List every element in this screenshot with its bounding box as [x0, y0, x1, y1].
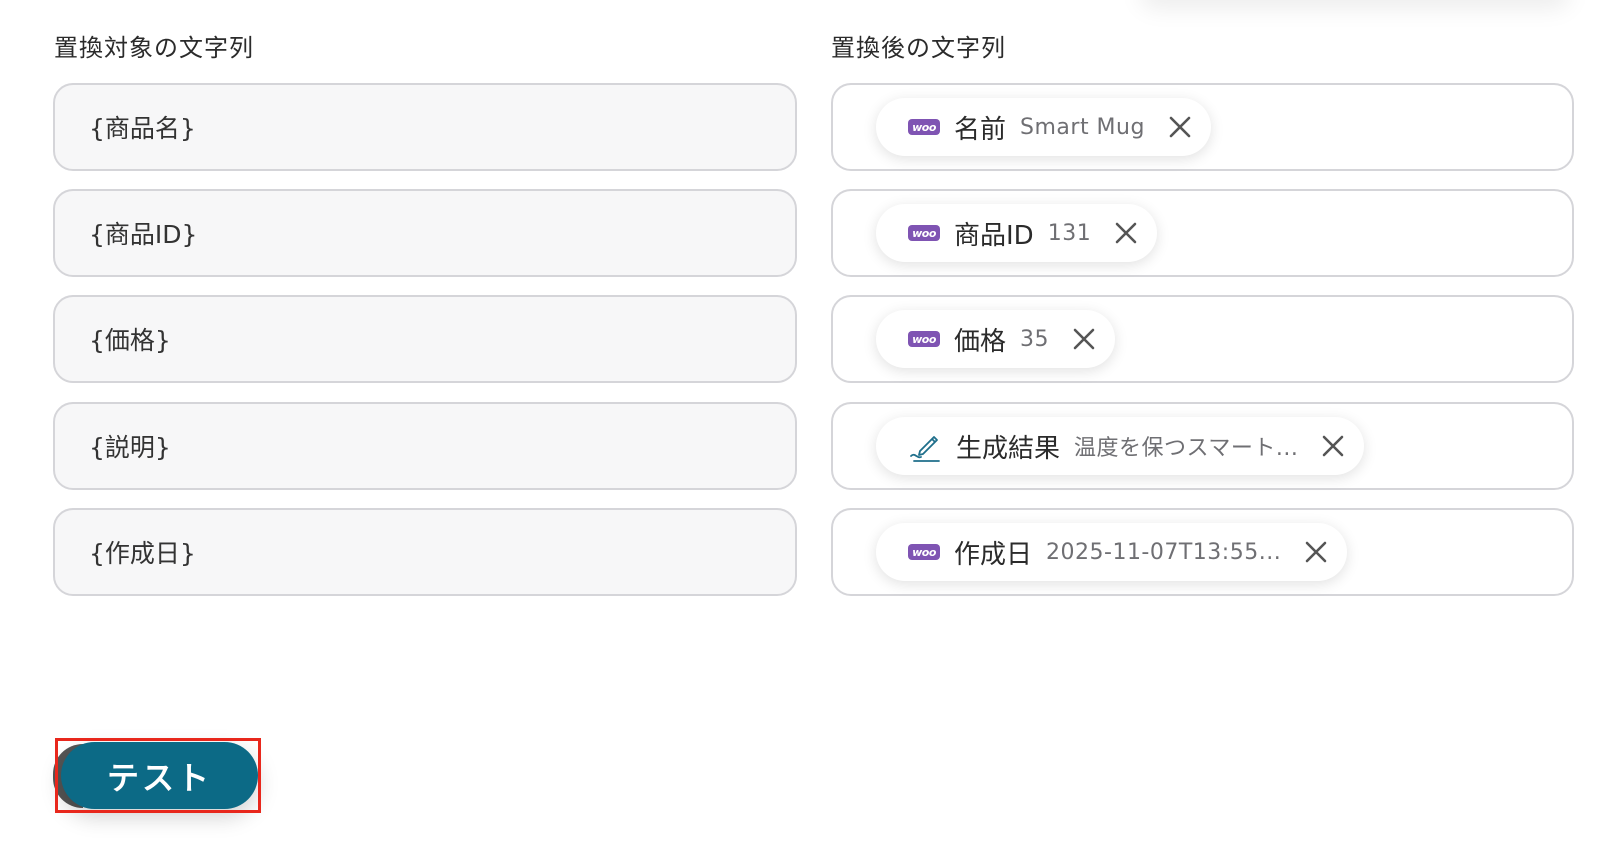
woocommerce-icon: woo: [908, 544, 940, 560]
pen-icon: [910, 436, 940, 462]
target-input-1[interactable]: {商品名}: [53, 83, 797, 171]
chip-value: Smart Mug: [1020, 114, 1145, 140]
chip-value: 131: [1047, 220, 1092, 246]
target-input-3[interactable]: {価格}: [53, 295, 797, 383]
variable-chip[interactable]: woo 商品ID 131: [876, 204, 1158, 262]
close-icon[interactable]: [1318, 431, 1348, 461]
chip-label: 価格: [954, 326, 1007, 357]
replacement-field-1[interactable]: woo 名前 Smart Mug: [831, 83, 1574, 171]
replace-settings-page: 置換対象の文字列 置換後の文字列 {商品名} woo 名前 Smart Mug …: [0, 0, 1600, 846]
variable-chip[interactable]: woo 作成日 2025-11-07T13:55...: [876, 523, 1348, 581]
variable-chip[interactable]: woo 価格 35: [876, 310, 1116, 368]
target-input-4[interactable]: {説明}: [53, 402, 797, 490]
close-icon[interactable]: [1165, 112, 1195, 142]
chip-value: 35: [1020, 326, 1050, 352]
variable-chip[interactable]: woo 名前 Smart Mug: [876, 98, 1211, 156]
target-column-header: 置換対象の文字列: [54, 34, 254, 62]
chip-label: 名前: [954, 114, 1007, 145]
close-icon[interactable]: [1301, 537, 1331, 567]
woocommerce-icon: woo: [908, 119, 940, 135]
highlight-box: [55, 738, 261, 813]
replacement-column-header: 置換後の文字列: [831, 34, 1006, 62]
replacement-field-5[interactable]: woo 作成日 2025-11-07T13:55...: [831, 508, 1574, 596]
chip-label: 作成日: [954, 539, 1033, 570]
replacement-field-3[interactable]: woo 価格 35: [831, 295, 1574, 383]
woocommerce-icon: woo: [908, 225, 940, 241]
chip-value: 温度を保つスマート...: [1074, 436, 1299, 461]
close-icon[interactable]: [1069, 324, 1099, 354]
close-icon[interactable]: [1111, 218, 1141, 248]
variable-chip[interactable]: 生成結果 温度を保つスマート...: [876, 417, 1365, 475]
chip-label: 生成結果: [956, 433, 1061, 464]
woocommerce-icon: woo: [908, 331, 940, 347]
chip-value: 2025-11-07T13:55...: [1046, 539, 1282, 565]
target-input-5[interactable]: {作成日}: [53, 508, 797, 596]
replacement-field-2[interactable]: woo 商品ID 131: [831, 189, 1574, 277]
target-input-2[interactable]: {商品ID}: [53, 189, 797, 277]
chip-label: 商品ID: [954, 220, 1034, 251]
replacement-field-4[interactable]: 生成結果 温度を保つスマート...: [831, 402, 1574, 490]
